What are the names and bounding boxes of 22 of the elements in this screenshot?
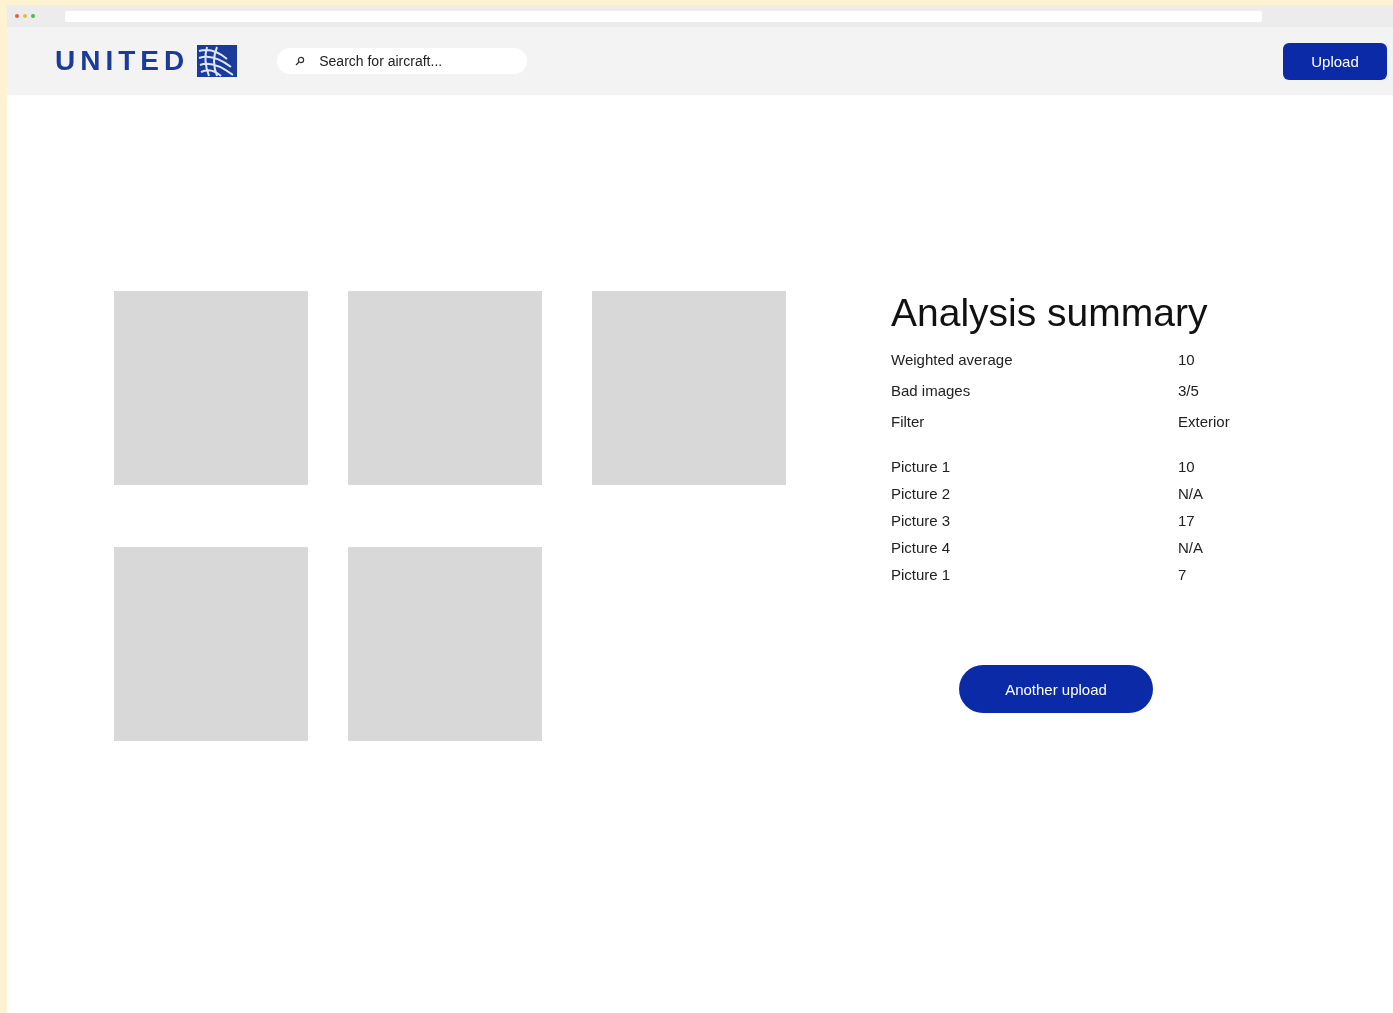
picture-label: Picture 4 [891,539,952,556]
globe-logo-icon [197,45,238,77]
picture-label: Picture 2 [891,485,952,502]
stat-value: Exterior [1178,413,1231,430]
picture-score: 10 [1178,458,1196,475]
picture-score: 17 [1178,512,1196,529]
stat-label: Filter [891,413,926,430]
brand-logo-text: UNITED [55,45,190,77]
stat-label: Weighted average [891,351,1014,368]
upload-button[interactable]: Upload [1283,42,1387,80]
stat-value: 10 [1178,351,1196,368]
picture-score: N/A [1178,539,1204,556]
picture-score: 7 [1178,566,1188,583]
picture-score: N/A [1178,485,1204,502]
picture-label: Picture 1 [891,566,952,583]
stat-value: 3/5 [1178,382,1200,399]
another-upload-button[interactable]: Another upload [959,665,1153,713]
stat-label: Bad images [891,382,972,399]
picture-label: Picture 1 [891,458,952,475]
search-field[interactable]: Search for aircraft... [277,48,528,74]
picture-label: Picture 3 [891,512,952,529]
summary-title: Analysis summary [891,291,1209,335]
